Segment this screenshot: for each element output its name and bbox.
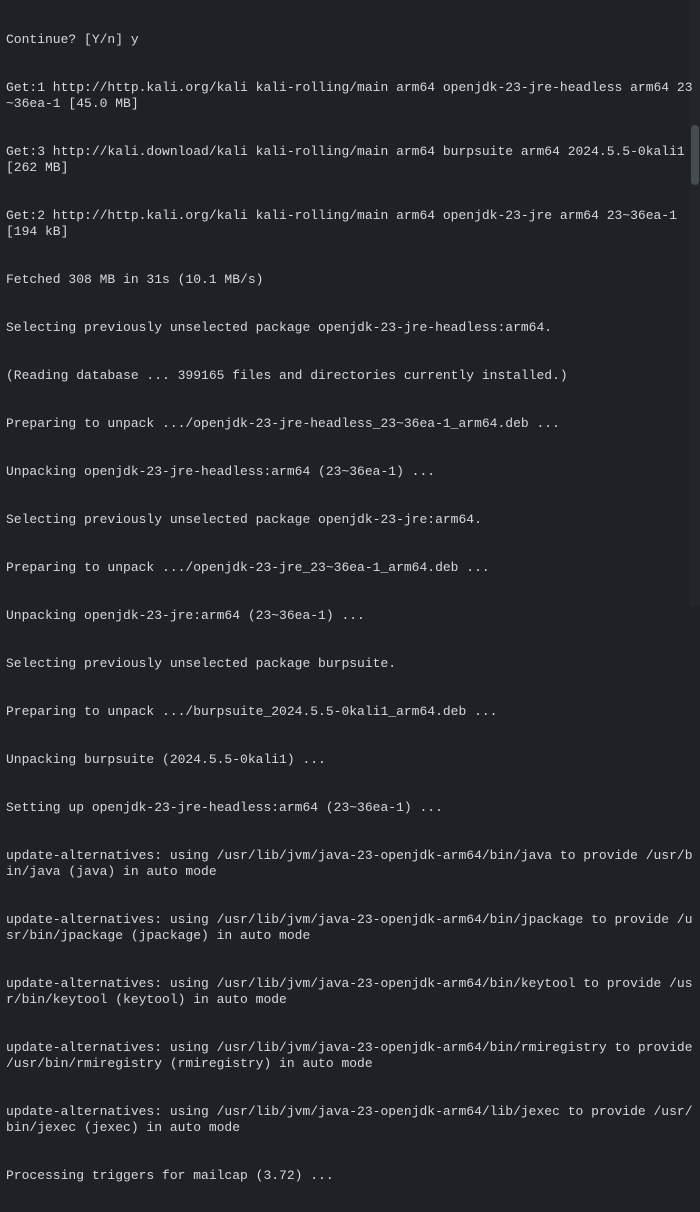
terminal-line: update-alternatives: using /usr/lib/jvm/… [6, 912, 694, 944]
terminal-line: (Reading database ... 399165 files and d… [6, 368, 694, 384]
terminal-line: Get:1 http://http.kali.org/kali kali-rol… [6, 80, 694, 112]
terminal-line: Unpacking openjdk-23-jre-headless:arm64 … [6, 464, 694, 480]
terminal-line: Preparing to unpack .../burpsuite_2024.5… [6, 704, 694, 720]
terminal-output[interactable]: Continue? [Y/n] y Get:1 http://http.kali… [0, 0, 700, 1212]
terminal-line: update-alternatives: using /usr/lib/jvm/… [6, 1040, 694, 1072]
terminal-line: Unpacking openjdk-23-jre:arm64 (23~36ea-… [6, 608, 694, 624]
terminal-line: update-alternatives: using /usr/lib/jvm/… [6, 976, 694, 1008]
terminal-line: Selecting previously unselected package … [6, 656, 694, 672]
terminal-line: Preparing to unpack .../openjdk-23-jre_2… [6, 560, 694, 576]
terminal-line: Continue? [Y/n] y [6, 32, 694, 48]
terminal-line: Selecting previously unselected package … [6, 512, 694, 528]
terminal-line: Setting up openjdk-23-jre-headless:arm64… [6, 800, 694, 816]
terminal-line: Get:2 http://http.kali.org/kali kali-rol… [6, 208, 694, 240]
scrollbar[interactable] [690, 0, 700, 606]
terminal-line: Preparing to unpack .../openjdk-23-jre-h… [6, 416, 694, 432]
terminal-line: update-alternatives: using /usr/lib/jvm/… [6, 848, 694, 880]
terminal-line: update-alternatives: using /usr/lib/jvm/… [6, 1104, 694, 1136]
terminal-line: Selecting previously unselected package … [6, 320, 694, 336]
terminal-line: Fetched 308 MB in 31s (10.1 MB/s) [6, 272, 694, 288]
terminal-line: Get:3 http://kali.download/kali kali-rol… [6, 144, 694, 176]
scrollbar-thumb[interactable] [691, 125, 699, 185]
terminal-line: Unpacking burpsuite (2024.5.5-0kali1) ..… [6, 752, 694, 768]
terminal-line: Processing triggers for mailcap (3.72) .… [6, 1168, 694, 1184]
